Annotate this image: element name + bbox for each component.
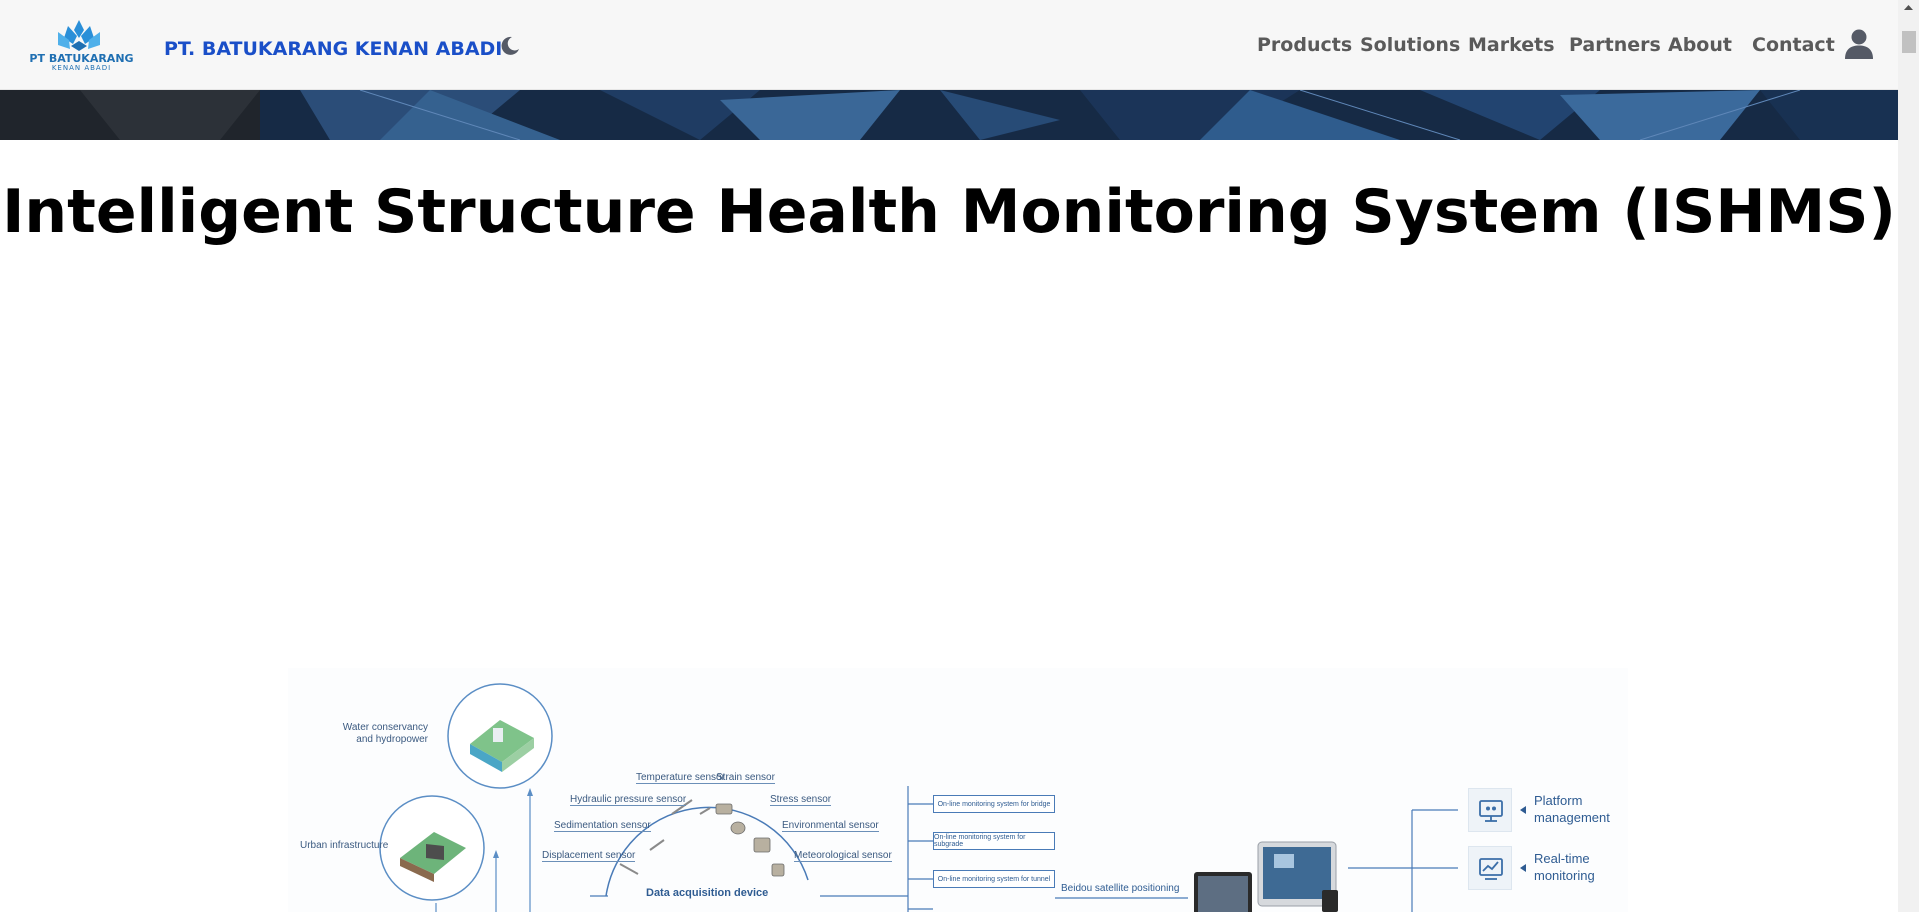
label-temperature-sensor: Temperature sensor [636,772,725,784]
label-environmental-sensor: Environmental sensor [782,820,879,832]
company-logo[interactable]: PT BATUKARANG KENAN ABADI [22,18,137,73]
realtime-monitoring-icon [1468,846,1512,890]
nav-markets[interactable]: Markets [1468,34,1555,56]
box-bridge-system: On-line monitoring system for bridge [933,795,1055,813]
label-beidou: Beidou satellite positioning [1061,883,1180,894]
nav-about[interactable]: About [1668,34,1732,56]
navbar: PT BATUKARANG KENAN ABADI PT. BATUKARANG… [0,0,1898,90]
label-stress-sensor: Stress sensor [770,794,832,806]
brand-link[interactable]: PT. BATUKARANG KENAN ABADI [164,38,502,60]
page-title: Intelligent Structure Health Monitoring … [2,177,1896,247]
label-sedimentation-sensor: Sedimentation sensor [554,820,651,832]
scroll-up-arrow-icon[interactable] [1898,0,1919,17]
box-tunnel-system: On-line monitoring system for tunnel [933,870,1055,888]
nav-products[interactable]: Products [1257,34,1352,56]
logo-sub: KENAN ABADI [51,64,112,72]
label-meteorological-sensor: Meteorological sensor [794,850,892,862]
nav-partners[interactable]: Partners [1569,34,1661,56]
nav-contact[interactable]: Contact [1752,34,1835,56]
label-platform-management: Platform management [1534,793,1610,825]
box-subgrade-system: On-line monitoring system for subgrade [933,832,1055,850]
label-strain-sensor: Strain sensor [716,772,775,784]
label-urban-infrastructure: Urban infrastructure [300,840,389,851]
hero-banner [0,90,1898,140]
ishms-diagram: Water conservancy and hydropower Urban i… [288,668,1628,912]
label-realtime-monitoring: Real-time monitoring [1534,851,1595,883]
page-scrollbar[interactable] [1898,0,1919,912]
label-hydraulic-sensor: Hydraulic pressure sensor [570,794,687,806]
platform-management-icon [1468,788,1512,832]
label-data-acquisition: Data acquisition device [646,887,769,899]
nav-solutions[interactable]: Solutions [1360,34,1460,56]
label-displacement-sensor: Displacement sensor [542,850,636,862]
logo-mark-icon [58,20,100,51]
scrollbar-thumb[interactable] [1902,31,1916,53]
user-icon[interactable] [1844,28,1874,60]
moon-icon[interactable] [498,34,522,58]
label-water-conservancy: Water conservancy and hydropower [342,722,428,745]
hero-background-graphic [0,90,1898,140]
